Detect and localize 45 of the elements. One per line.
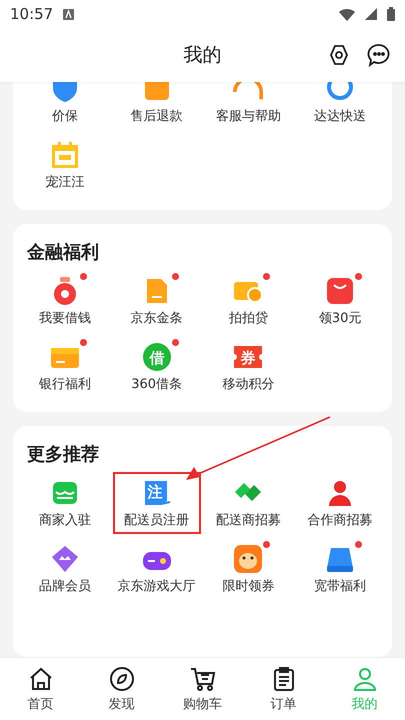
section-title: 金融福利 [26,241,100,264]
grid-item-label[interactable]: 达达快送 [314,107,366,125]
wifi-icon [339,8,355,20]
grid-item-label[interactable]: 银行福利 [38,375,91,393]
nav-tab[interactable]: 订单 [243,658,324,720]
grid-item-label[interactable]: 价保 [52,107,78,125]
icon-glyph: 券 [240,349,256,367]
home-icon [28,666,54,692]
grid-item-label[interactable]: 移动积分 [222,375,274,393]
cart-icon [190,666,216,692]
signal-icon [365,8,377,20]
nav-tab[interactable]: 购物车 [162,658,243,720]
grid-item-label[interactable]: 360借条 [131,375,182,393]
nav-tab[interactable]: 首页 [0,658,81,720]
grid-item-label[interactable]: 京东金条 [130,309,183,327]
page-title: 我的 [184,43,222,68]
icon-glyph: 注 [147,483,162,501]
cow-icon [233,544,264,574]
section-title: 更多推荐 [26,443,100,466]
crown-icon [50,544,80,574]
settings-icon[interactable] [327,43,351,67]
notification-icon [63,8,74,20]
grid-item-label[interactable]: 宠汪汪 [45,173,84,191]
grid-item-label[interactable]: 限时领券 [222,577,274,595]
grid-item-label[interactable]: 售后退款 [130,107,183,125]
calendar-icon [50,140,80,170]
grid-item-label[interactable]: 商家入驻 [38,511,91,529]
nav-tab[interactable]: 发现 [81,658,162,720]
bag-icon [325,276,356,306]
grid-item-label[interactable]: 拍拍贷 [228,309,268,327]
battery-icon [387,7,395,21]
grid-item-label[interactable]: 客服与帮助 [216,107,281,125]
compass-icon [108,666,134,692]
grid-item-label[interactable]: 京东游戏大厅 [118,577,196,595]
grid-item-label[interactable]: 合作商招募 [308,511,373,529]
grid-item-label[interactable]: 我要借钱 [38,309,91,327]
grid-item-label[interactable]: 品牌会员 [38,577,91,595]
grid-item-label[interactable]: 配送商招募 [216,511,281,529]
user-icon [352,666,378,692]
grid-item-label[interactable]: 领30元 [318,309,362,327]
message-icon[interactable] [367,43,391,67]
grid-item-label[interactable]: 宽带福利 [314,577,366,595]
grid-item-label[interactable]: 配送员注册 [124,511,190,529]
status-time: 10:57 [10,5,54,23]
icon-glyph: 借 [149,349,164,367]
